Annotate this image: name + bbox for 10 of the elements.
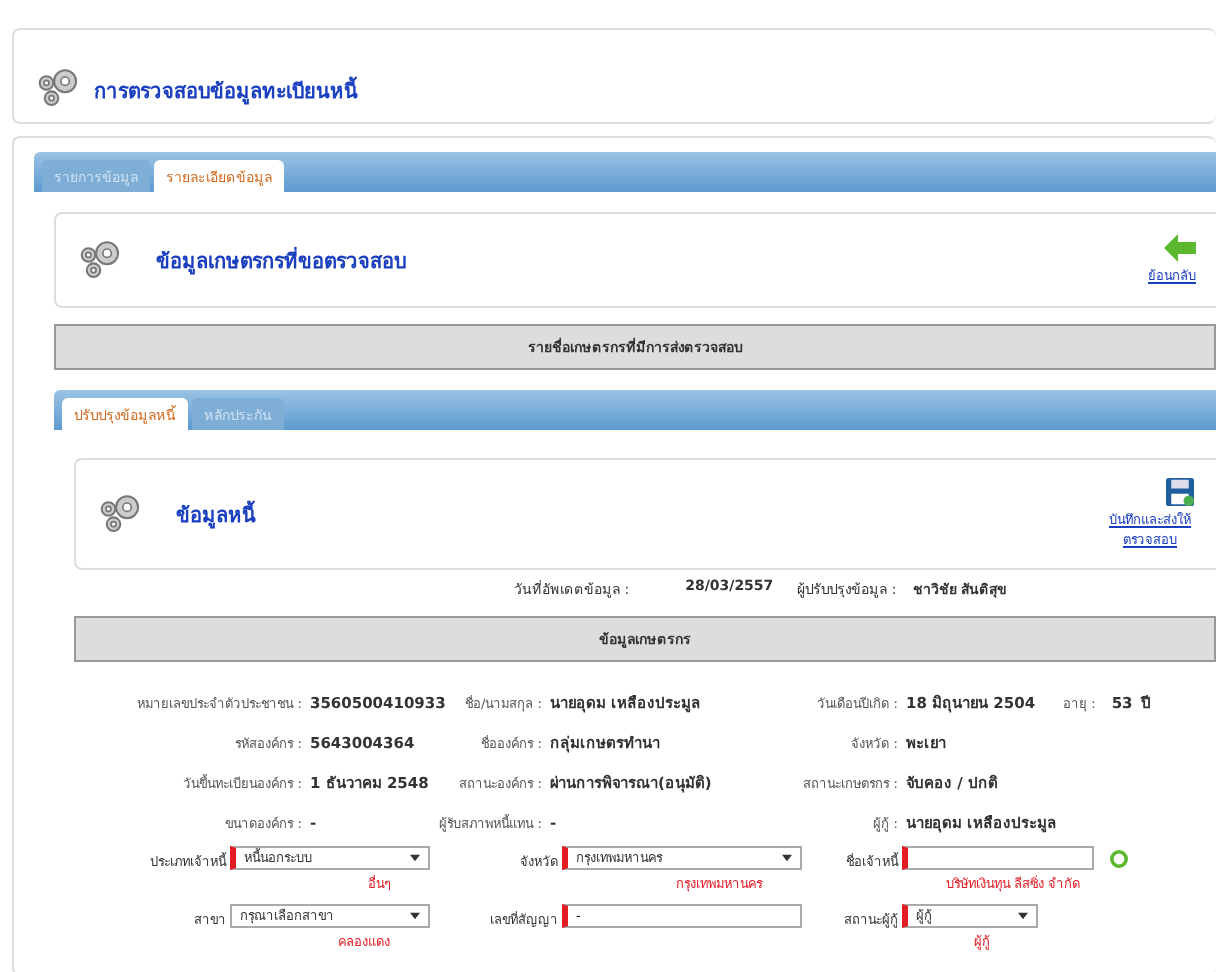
input-field[interactable]: [902, 846, 1094, 870]
add-circle-icon[interactable]: [1110, 849, 1128, 867]
panel-title: ข้อมูลหนี้: [176, 499, 1076, 529]
caret-icon: [1018, 912, 1028, 920]
caret-icon: [782, 854, 792, 862]
section-title: ข้อมูลเกษตรกรที่ขอตรวจสอบ: [156, 245, 408, 275]
back-arrow-icon[interactable]: [1164, 234, 1196, 262]
caret-icon: [410, 854, 420, 862]
page-title: การตรวจสอบข้อมูลทะเบียนหนี้: [94, 76, 358, 110]
caret-icon: [410, 912, 420, 920]
